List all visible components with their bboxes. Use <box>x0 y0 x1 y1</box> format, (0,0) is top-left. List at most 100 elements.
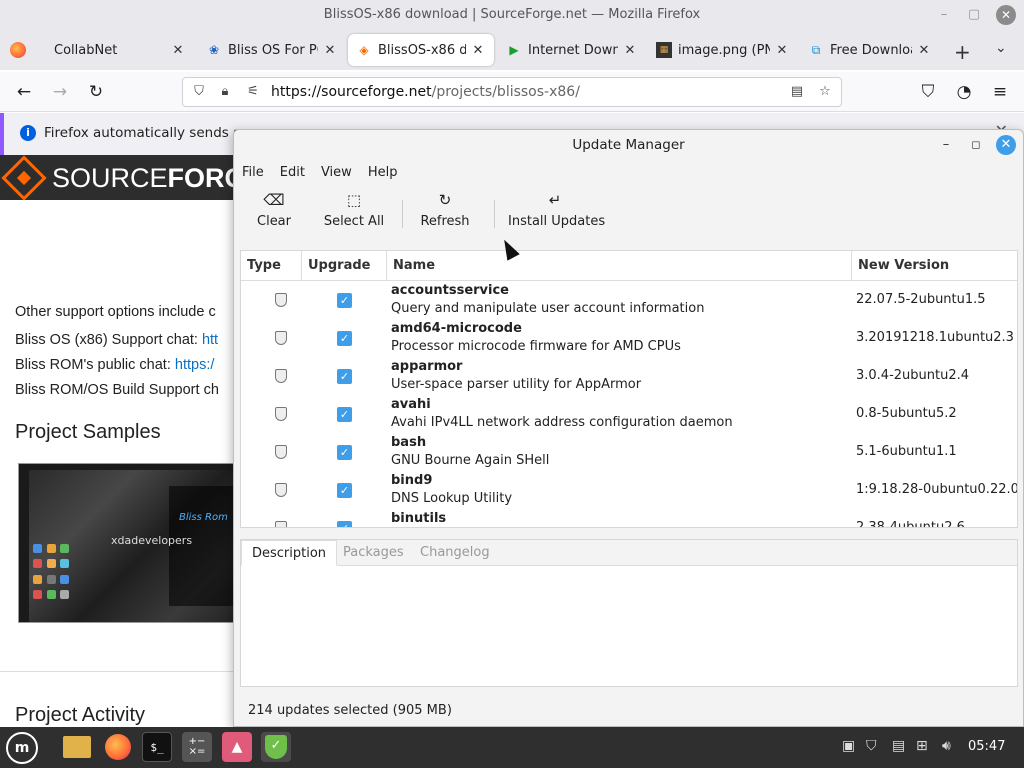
upgrade-checkbox[interactable]: ✓ <box>337 293 352 308</box>
support-chat-line: Bliss OS (x86) Support chat: htt <box>15 332 218 348</box>
upgrade-checkbox[interactable]: ✓ <box>337 521 352 527</box>
table-row[interactable]: ✓ avahi Avahi IPv4LL network address con… <box>241 396 1017 434</box>
sourceforge-logo[interactable]: SOURCEFORGE <box>52 163 264 194</box>
table-row[interactable]: ✓ binutils 2.38-4ubuntu2.6 <box>241 510 1017 527</box>
browser-navigation-bar: ← → ↻ ⛉ 🔒︎ ⚟ https://sourceforge.net/pro… <box>0 72 1024 112</box>
menu-edit[interactable]: Edit <box>272 162 313 184</box>
tab-packages[interactable]: Packages <box>333 540 414 566</box>
table-row[interactable]: ✓ apparmor User-space parser utility for… <box>241 358 1017 396</box>
upgrade-checkbox[interactable]: ✓ <box>337 483 352 498</box>
upgrade-checkbox[interactable]: ✓ <box>337 445 352 460</box>
upgrade-checkbox[interactable]: ✓ <box>337 407 352 422</box>
sample-brand: Bliss Rom <box>179 512 228 523</box>
select-all-label: Select All <box>323 214 385 229</box>
sourceforge-header: SOURCEFORGE <box>0 155 264 201</box>
refresh-icon: ↻ <box>438 191 452 209</box>
account-icon[interactable]: ◔ <box>952 80 976 104</box>
reload-icon[interactable]: ↻ <box>84 80 108 104</box>
terminal-icon[interactable]: $_ <box>142 732 172 762</box>
package-version: 0.8-5ubuntu5.2 <box>856 406 957 421</box>
minimize-icon[interactable]: – <box>936 0 952 30</box>
update-manager-title: Update Manager <box>572 137 685 153</box>
package-description: Processor microcode firmware for AMD CPU… <box>391 339 681 354</box>
reader-view-icon[interactable]: ▤ <box>789 84 805 100</box>
package-name: binutils <box>391 511 447 526</box>
project-activity-heading: Project Activity <box>15 704 146 726</box>
firefox-icon[interactable] <box>103 732 133 762</box>
column-upgrade[interactable]: Upgrade <box>302 251 387 281</box>
tab-close-icon[interactable]: ✕ <box>470 43 486 58</box>
refresh-button[interactable]: ↻ Refresh <box>419 190 471 238</box>
files-icon[interactable] <box>62 732 92 762</box>
tab-close-icon[interactable]: ✕ <box>170 43 186 58</box>
project-sample-screenshot[interactable]: xdadevelopers Bliss Rom <box>18 463 240 623</box>
url-bar[interactable]: ⛉ 🔒︎ ⚟ https://sourceforge.net/projects/… <box>182 77 842 107</box>
document-icon[interactable]: ▤ <box>892 738 905 754</box>
install-icon: ↵ <box>548 191 562 209</box>
table-row[interactable]: ✓ bash GNU Bourne Again SHell 5.1-6ubunt… <box>241 434 1017 472</box>
calculator-icon[interactable]: +− ×= <box>182 732 212 762</box>
back-arrow-icon[interactable]: ← <box>12 80 36 104</box>
clipboard-icon[interactable]: ▣ <box>842 738 855 754</box>
install-updates-label: Install Updates <box>508 214 606 229</box>
tab-close-icon[interactable]: ✕ <box>322 43 338 58</box>
tab-internet-download[interactable]: ▶ Internet Downl ✕ <box>498 34 646 66</box>
column-type[interactable]: Type <box>241 251 302 281</box>
image-viewer-icon[interactable]: ▲ <box>222 732 252 762</box>
tab-bliss-os-for-pc[interactable]: ❀ Bliss OS For PC ✕ <box>198 34 346 66</box>
minimize-icon[interactable]: – <box>936 135 956 155</box>
mint-menu-icon[interactable]: m <box>6 732 38 764</box>
bookmark-star-icon[interactable]: ☆ <box>817 84 833 100</box>
column-new-version[interactable]: New Version <box>852 251 1017 281</box>
permissions-icon[interactable]: ⚟ <box>245 84 261 100</box>
tab-blissos-x86-download[interactable]: ◈ BlissOS-x86 dov ✕ <box>348 34 494 66</box>
info-icon: i <box>20 125 36 141</box>
clear-icon: ⌫ <box>263 191 285 209</box>
sourceforge-logo-icon[interactable] <box>1 155 47 201</box>
network-icon[interactable]: ⊞ <box>916 738 928 754</box>
url-path: /projects/blissos-x86/ <box>431 84 580 100</box>
column-name[interactable]: Name <box>387 251 852 281</box>
clear-button[interactable]: ⌫ Clear <box>254 190 294 238</box>
tab-free-download[interactable]: ⧉ Free Download ✕ <box>800 34 940 66</box>
divider <box>0 671 240 672</box>
upgrade-checkbox[interactable]: ✓ <box>337 369 352 384</box>
volume-icon[interactable]: 🔊︎ <box>942 738 951 754</box>
table-row[interactable]: ✓ amd64-microcode Processor microcode fi… <box>241 320 1017 358</box>
menu-file[interactable]: File <box>234 162 272 184</box>
hamburger-menu-icon[interactable]: ≡ <box>988 80 1012 104</box>
update-manager-icon[interactable]: ✓ <box>261 732 291 762</box>
tab-image-png[interactable]: ▦ image.png (PNG ✕ <box>648 34 798 66</box>
url-text[interactable]: https://sourceforge.net/projects/blissos… <box>271 84 580 100</box>
table-row[interactable]: ✓ accountsservice Query and manipulate u… <box>241 282 1017 320</box>
tracking-shield-icon[interactable]: ⛉ <box>191 84 207 100</box>
tab-description[interactable]: Description <box>241 540 338 566</box>
package-name: amd64-microcode <box>391 321 522 336</box>
support-chat-link[interactable]: htt <box>202 332 218 348</box>
tab-list-button[interactable]: ⌄ <box>995 40 1007 56</box>
maximize-icon[interactable]: ▢ <box>966 0 982 30</box>
pocket-icon[interactable]: ⛉ <box>916 80 940 104</box>
menu-view[interactable]: View <box>313 162 360 184</box>
install-updates-button[interactable]: ↵ Install Updates <box>508 190 606 238</box>
public-chat-link[interactable]: https:/ <box>175 357 215 373</box>
update-shield-icon[interactable]: ⛉ <box>866 738 877 754</box>
menu-help[interactable]: Help <box>360 162 406 184</box>
upgrade-checkbox[interactable]: ✓ <box>337 331 352 346</box>
close-icon[interactable]: ✕ <box>996 5 1016 25</box>
maximize-icon[interactable]: ◻ <box>966 135 986 155</box>
select-all-button[interactable]: ⬚ Select All <box>322 190 386 238</box>
tab-close-icon[interactable]: ✕ <box>916 43 932 58</box>
forward-arrow-icon[interactable]: → <box>48 80 72 104</box>
tab-label: image.png (PNG <box>678 42 770 58</box>
tab-collabnet[interactable]: CollabNet ✕ <box>46 34 194 66</box>
tab-changelog[interactable]: Changelog <box>410 540 500 566</box>
tab-close-icon[interactable]: ✕ <box>622 43 638 58</box>
lock-icon[interactable]: 🔒︎ <box>217 84 233 100</box>
firefox-icon[interactable] <box>10 42 26 58</box>
tab-close-icon[interactable]: ✕ <box>774 43 790 58</box>
close-icon[interactable]: ✕ <box>996 135 1016 155</box>
new-tab-button[interactable]: + <box>954 40 971 64</box>
clock[interactable]: 05:47 <box>968 739 1005 754</box>
table-row[interactable]: ✓ bind9 DNS Lookup Utility 1:9.18.28-0ub… <box>241 472 1017 510</box>
